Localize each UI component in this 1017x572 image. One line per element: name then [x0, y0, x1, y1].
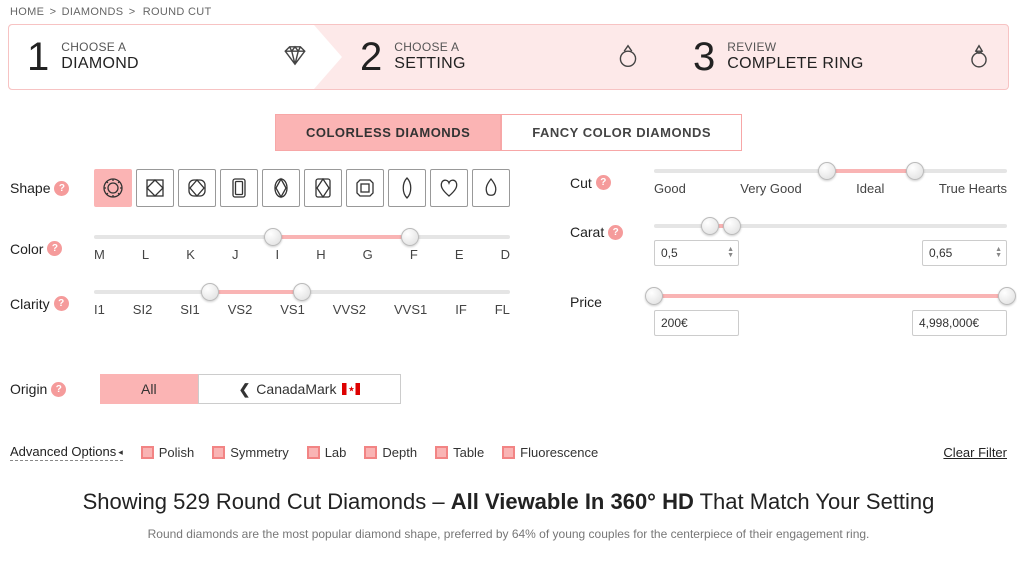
advanced-options-toggle[interactable]: Advanced Options◂ [10, 444, 123, 461]
opt-depth[interactable]: Depth [364, 445, 417, 460]
clarity-label: Clarity [10, 296, 50, 312]
shape-round[interactable] [94, 169, 132, 207]
clarity-slider[interactable]: I1SI2SI1VS2VS1VVS2VVS1IFFL [70, 290, 510, 317]
progress-steps: 1 CHOOSE A DIAMOND 2 CHOOSE A SETTING 3 … [8, 24, 1009, 90]
help-icon[interactable]: ? [51, 382, 66, 397]
ring-diamond-icon [966, 43, 992, 72]
slider-handle[interactable] [201, 283, 219, 301]
price-min-input[interactable]: 200€ [654, 310, 739, 336]
price-max-input[interactable]: 4,998,000€ [912, 310, 1007, 336]
carat-label: Carat [570, 224, 604, 240]
results-subtext: Round diamonds are the most popular diam… [0, 527, 1017, 541]
slider-handle[interactable] [293, 283, 311, 301]
shape-marquise[interactable] [388, 169, 426, 207]
clear-filter-link[interactable]: Clear Filter [943, 445, 1007, 460]
tab-colorless[interactable]: COLORLESS DIAMONDS [275, 114, 501, 151]
step-setting[interactable]: 2 CHOOSE A SETTING [342, 25, 675, 89]
origin-label: Origin [10, 381, 47, 397]
slider-handle[interactable] [998, 287, 1016, 305]
slider-handle[interactable] [701, 217, 719, 235]
canada-flag-icon [342, 383, 360, 395]
slider-handle[interactable] [645, 287, 663, 305]
step-complete[interactable]: 3 REVIEW COMPLETE RING [675, 25, 1008, 89]
tab-fancy[interactable]: FANCY COLOR DIAMONDS [501, 114, 742, 151]
shape-emerald[interactable] [220, 169, 258, 207]
opt-symmetry[interactable]: Symmetry [212, 445, 289, 460]
slider-handle[interactable] [401, 228, 419, 246]
shape-cushion[interactable] [178, 169, 216, 207]
crumb-home[interactable]: HOME [10, 6, 44, 18]
shape-pear[interactable] [472, 169, 510, 207]
ring-icon [615, 43, 641, 72]
carat-slider[interactable] [654, 224, 1007, 230]
diamond-icon [282, 43, 308, 72]
shape-label: Shape [10, 180, 50, 196]
shape-oval[interactable] [262, 169, 300, 207]
canadamark-icon: ❮ [239, 381, 251, 398]
help-icon[interactable]: ? [54, 181, 69, 196]
crumb-current: ROUND CUT [143, 6, 212, 18]
step-diamond[interactable]: 1 CHOOSE A DIAMOND [9, 25, 342, 89]
breadcrumb: HOME > DIAMONDS > ROUND CUT [0, 0, 1017, 24]
opt-lab[interactable]: Lab [307, 445, 347, 460]
price-label: Price [570, 294, 602, 310]
shape-princess[interactable] [136, 169, 174, 207]
opt-fluorescence[interactable]: Fluorescence [502, 445, 598, 460]
color-slider[interactable]: MLKJIHGFED [70, 235, 510, 262]
shape-asscher[interactable] [346, 169, 384, 207]
type-tabs: COLORLESS DIAMONDS FANCY COLOR DIAMONDS [0, 114, 1017, 151]
carat-min-input[interactable]: 0,5▲▼ [654, 240, 739, 266]
carat-max-input[interactable]: 0,65▲▼ [922, 240, 1007, 266]
help-icon[interactable]: ? [47, 241, 62, 256]
shape-radiant[interactable] [304, 169, 342, 207]
origin-all-button[interactable]: All [100, 374, 198, 404]
slider-handle[interactable] [906, 162, 924, 180]
slider-handle[interactable] [264, 228, 282, 246]
price-slider[interactable] [654, 294, 1007, 300]
slider-handle[interactable] [723, 217, 741, 235]
cut-slider[interactable]: GoodVery GoodIdealTrue Hearts [630, 169, 1007, 196]
help-icon[interactable]: ? [596, 175, 611, 190]
opt-table[interactable]: Table [435, 445, 484, 460]
crumb-diamonds[interactable]: DIAMONDS [62, 6, 124, 18]
opt-polish[interactable]: Polish [141, 445, 194, 460]
results-heading: Showing 529 Round Cut Diamonds – All Vie… [0, 489, 1017, 515]
origin-canadamark-button[interactable]: ❮ CanadaMark [198, 374, 402, 404]
slider-handle[interactable] [818, 162, 836, 180]
help-icon[interactable]: ? [608, 225, 623, 240]
cut-label: Cut [570, 175, 592, 191]
shape-heart[interactable] [430, 169, 468, 207]
color-label: Color [10, 241, 43, 257]
help-icon[interactable]: ? [54, 296, 69, 311]
